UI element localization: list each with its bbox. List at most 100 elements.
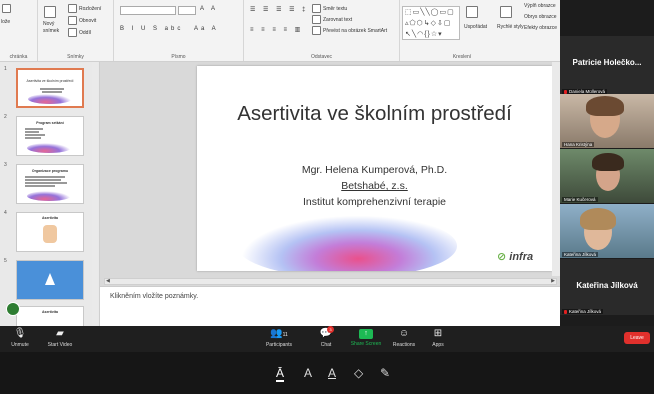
slide-thumbnails-pane: 1 Asertivita ve školním prostředí 2 Prog…	[0, 62, 100, 326]
layout-icon	[68, 4, 77, 13]
slide-institute: Institut komprehenzivní terapie	[303, 196, 446, 208]
slide-org: Betshabé, z.s.	[341, 180, 408, 192]
meeting-toolbar: 🎙 Unmute ▰ Start Video 👥11 Participants …	[0, 326, 654, 352]
participant-video-2[interactable]: Marie Kučerová	[560, 149, 654, 203]
slide-author: Mgr. Helena Kumperová, Ph.D.	[301, 164, 448, 176]
clipboard-group: lože chránka	[0, 0, 38, 61]
thumb-title: Program setkání	[36, 121, 64, 125]
drawing-group-label: Kreslení	[452, 54, 472, 60]
eraser-icon[interactable]: ◇	[354, 366, 363, 380]
new-slide-icon	[44, 6, 56, 18]
clear-drawing-icon[interactable]: ✎	[380, 366, 390, 380]
slide-thumb-2[interactable]: Program setkání	[16, 116, 84, 156]
text-tool-icon[interactable]: Ā	[276, 366, 285, 382]
apps-button[interactable]: ⊞ Apps	[428, 328, 448, 348]
new-slide-label-2: snímek	[43, 28, 60, 34]
pen-icon[interactable]	[6, 302, 20, 316]
participant-hair	[592, 153, 624, 171]
smartart-button[interactable]: Převést na obrázek SmartArt	[312, 26, 387, 35]
thumb-line	[42, 91, 62, 93]
participant-tile-top[interactable]: Patricie Holečko...	[560, 36, 654, 88]
clipboard-group-label: chránka	[9, 54, 28, 60]
chat-button[interactable]: 💬 3 Chat	[314, 326, 338, 348]
thumb-number: 5	[4, 258, 7, 264]
mic-muted-icon	[564, 309, 567, 314]
text-direction-button[interactable]: Směr textu	[312, 4, 347, 13]
paragraph-group: ☰ ☰ ☰ ☰ ‡ ≡ ≡ ≡ ≡ ▥ Směr textu Zarovnat …	[244, 0, 400, 61]
paste-button[interactable]	[2, 4, 13, 13]
reactions-button[interactable]: ☺ Reactions	[390, 328, 418, 348]
font-size-buttons[interactable]: A A	[200, 6, 218, 12]
participant-hair	[586, 96, 624, 116]
mic-off-icon: 🎙	[13, 328, 27, 339]
reactions-icon: ☺	[398, 328, 410, 339]
chat-icon: 💬	[319, 328, 333, 339]
participants-button[interactable]: 👥11 Participants	[260, 328, 298, 348]
paragraph-group-label: Odstavec	[310, 54, 333, 60]
text-format-icon[interactable]: A	[304, 366, 312, 380]
font-size-input[interactable]	[178, 6, 196, 15]
participant-tile-bottom[interactable]: Kateřina Jílková Kateřina Jílková	[560, 259, 654, 315]
align-text-button[interactable]: Zarovnat text	[312, 15, 352, 24]
thumb-swoosh	[28, 94, 72, 104]
thumb-line	[25, 185, 55, 187]
paste-label: lože	[1, 19, 11, 25]
slide-swoosh-graphic	[237, 214, 457, 271]
slide-thumb-3[interactable]: Organizace programu	[16, 164, 84, 204]
notes-pane[interactable]: Klikněním vložíte poznámky.	[100, 286, 560, 326]
slide-thumb-5[interactable]	[16, 260, 84, 300]
slide-editor: Asertivita ve školním prostředí Mgr. Hel…	[100, 62, 560, 286]
shape-outline-button[interactable]: Obrys obrazce	[524, 14, 557, 21]
text-direction-icon	[312, 4, 321, 13]
annotation-toolbar: Ā A A ◇ ✎	[0, 352, 654, 394]
participant-hair	[580, 208, 616, 230]
infra-logo-mark: ⊘	[497, 251, 507, 263]
current-slide[interactable]: Asertivita ve školním prostředí Mgr. Hel…	[197, 66, 552, 271]
thumb-swoosh	[27, 191, 71, 201]
leave-button[interactable]: Leave	[624, 332, 650, 344]
align-buttons[interactable]: ≡ ≡ ≡ ≡ ▥	[250, 26, 303, 33]
participant-video-1[interactable]: Hana Kristýna	[560, 94, 654, 148]
shape-fill-button[interactable]: Výplň obrazce	[524, 3, 556, 10]
unmute-button[interactable]: 🎙 Unmute	[6, 328, 34, 348]
slide-thumb-4[interactable]: Asertivita	[16, 212, 84, 252]
participant-name-tag: Hana Kristýna	[562, 142, 595, 147]
font-format-buttons[interactable]: B I U S abc	[120, 26, 183, 32]
thumbnails-scrollbar[interactable]	[92, 62, 98, 326]
thumb-number: 3	[4, 162, 7, 168]
slides-group-label: Snímky	[67, 54, 84, 60]
start-video-button[interactable]: ▰ Start Video	[42, 328, 78, 348]
scroll-right-icon[interactable]: ▶	[551, 278, 555, 284]
slide-thumb-1[interactable]: Asertivita ve školním prostředí	[16, 68, 84, 108]
ribbon: lože chránka Nový snímek Rozložení Obnov…	[0, 0, 560, 62]
list-buttons[interactable]: ☰ ☰ ☰ ☰ ‡	[250, 6, 309, 13]
participant-video-3[interactable]: Kateřina Jílková	[560, 204, 654, 258]
section-button[interactable]: Oddíl	[68, 28, 91, 37]
underline-tool-icon[interactable]: A	[328, 366, 336, 380]
participants-icon: 👥11	[270, 328, 288, 339]
reset-button[interactable]: Obnovit	[68, 16, 96, 25]
slide-thumb-6[interactable]: Asertivita	[16, 306, 84, 326]
font-color-button[interactable]: Aa A	[194, 26, 219, 32]
shape-effects-button[interactable]: Efekty obrazce	[524, 25, 557, 32]
thumb-swoosh	[27, 143, 71, 153]
chat-badge: 3	[327, 326, 334, 333]
thumb-line	[25, 179, 61, 181]
thumb-line	[25, 128, 43, 130]
font-name-input[interactable]	[120, 6, 176, 15]
thumb-illustration	[43, 225, 57, 243]
slide-horizontal-scrollbar[interactable]: ◀ ▶	[104, 278, 557, 285]
thumb-title: Organizace programu	[31, 169, 69, 173]
layout-button[interactable]: Rozložení	[68, 4, 101, 13]
thumb-title: Asertivita	[42, 310, 58, 314]
notes-placeholder: Klikněním vložíte poznámky.	[110, 293, 199, 300]
scroll-left-icon[interactable]: ◀	[106, 278, 110, 284]
participant-name-tag: Kateřina Jílková	[562, 252, 599, 257]
font-group: A A B I U S abc Aa A Písmo	[114, 0, 244, 61]
participant-name-large: Patricie Holečko...	[572, 58, 642, 67]
apps-icon: ⊞	[433, 328, 443, 339]
share-screen-button[interactable]: ↑ Share Screen	[348, 328, 384, 347]
drawing-group: Kreslení	[402, 0, 522, 61]
slide-vertical-scrollbar[interactable]	[552, 62, 560, 276]
new-slide-button[interactable]	[44, 6, 58, 18]
